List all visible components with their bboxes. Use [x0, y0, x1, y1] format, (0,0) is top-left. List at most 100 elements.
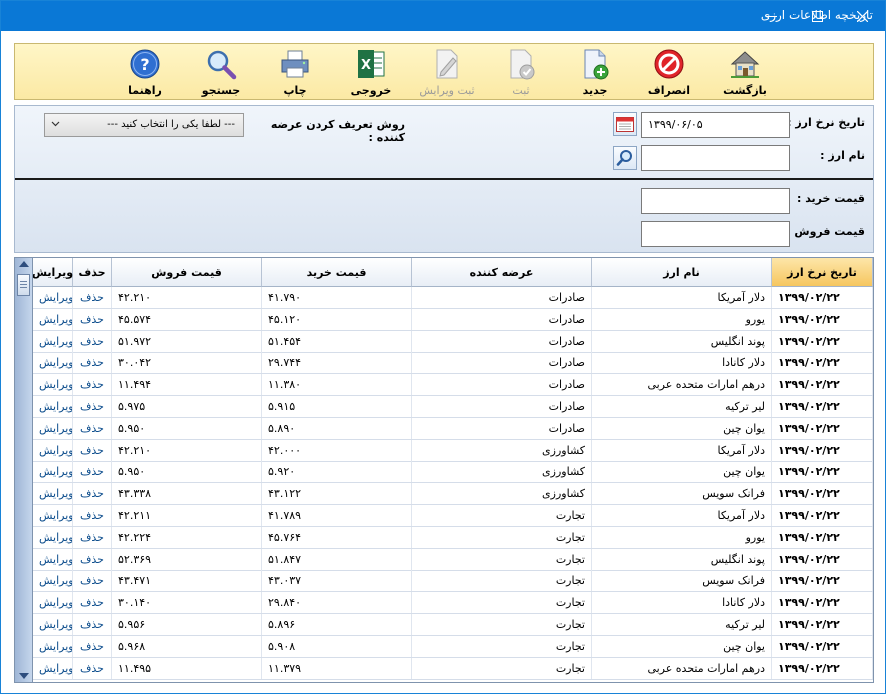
toolbar: بازگشت انصراف جدید ثبت ثبت ویرایش X خروج… [14, 43, 874, 100]
scroll-down-icon[interactable] [19, 673, 29, 679]
table-row[interactable]: ۱۳۹۹/۰۲/۲۲ یوان چین تجارت ۵.۹۰۸ ۵.۹۶۸ حذف ویرا… [15, 635, 873, 658]
maximize-button[interactable] [794, 1, 840, 31]
table-row[interactable]: ۱۳۹۹/۰۲/۲۲ درهم امارات متحده عربی تجارت ۱۱.… [15, 657, 873, 680]
delete-link[interactable]: حذف [73, 461, 112, 483]
cell-currency: دلار آمریکا [592, 287, 772, 308]
back-button[interactable]: بازگشت [713, 46, 777, 98]
supplier-method-select[interactable]: --- لطفا یکی را انتخاب کنید --- [44, 113, 244, 137]
cell-date: ۱۳۹۹/۰۲/۲۲ [772, 374, 873, 396]
table-row[interactable]: ۱۳۹۹/۰۲/۲۲ پوند انگلیس صادرات ۵۱.۴۵۴ ۵۱.۹۷۲ ح… [15, 330, 873, 353]
help-button[interactable]: ? راهنما [113, 46, 177, 98]
cell-currency: یوان چین [592, 417, 772, 439]
close-button[interactable] [839, 1, 885, 31]
column-header-sell[interactable]: قیمت فروش [112, 258, 262, 287]
scroll-thumb[interactable] [17, 274, 30, 296]
edit-link[interactable]: ویرایش [33, 352, 73, 374]
table-row[interactable]: ۱۳۹۹/۰۲/۲۲ یورو تجارت ۴۵.۷۶۴ ۴۲.۲۲۴ حذف ویرایش [15, 526, 873, 549]
delete-link[interactable]: حذف [73, 570, 112, 592]
edit-link[interactable]: ویرایش [33, 308, 73, 330]
vertical-scrollbar[interactable] [15, 258, 33, 682]
edit-link[interactable]: ویرایش [33, 635, 73, 657]
edit-link[interactable]: ویرایش [33, 461, 73, 483]
save-button[interactable]: ثبت [489, 46, 553, 98]
table-row[interactable]: ۱۳۹۹/۰۲/۲۲ یورو صادرات ۴۵.۱۲۰ ۴۵.۵۷۴ حذف ویرای… [15, 308, 873, 331]
table-row[interactable]: ۱۳۹۹/۰۲/۲۲ دلار آمریکا تجارت ۴۱.۷۸۹ ۴۲.۲۱۱ حذ… [15, 505, 873, 527]
column-header-name[interactable]: نام ارز [592, 258, 772, 287]
edit-link[interactable]: ویرایش [33, 614, 73, 635]
delete-link[interactable]: حذف [73, 635, 112, 657]
column-header-delete[interactable]: حذف [73, 258, 112, 287]
title-bar[interactable]: تاریخچه اطلاعات ارزی [1, 1, 885, 31]
delete-link[interactable]: حذف [73, 287, 112, 308]
cell-date: ۱۳۹۹/۰۲/۲۲ [772, 483, 873, 505]
edit-link[interactable]: ویرایش [33, 396, 73, 417]
delete-link[interactable]: حذف [73, 548, 112, 570]
delete-link[interactable]: حذف [73, 417, 112, 439]
table-row[interactable]: ۱۳۹۹/۰۲/۲۲ فرانک سویس تجارت ۴۳.۰۳۷ ۴۳.۴۷۱ حذف… [15, 570, 873, 593]
delete-link[interactable]: حذف [73, 330, 112, 352]
new-label: جدید [582, 84, 608, 97]
cancel-button[interactable]: انصراف [637, 46, 701, 98]
cell-sell: ۳۰.۱۴۰ [112, 592, 262, 614]
edit-link[interactable]: ویرایش [33, 548, 73, 570]
delete-link[interactable]: حذف [73, 657, 112, 679]
delete-link[interactable]: حذف [73, 505, 112, 526]
table-row[interactable]: ۱۳۹۹/۰۲/۲۲ لیر ترکیه صادرات ۵.۹۱۵ ۵.۹۷۵ حذف وی… [15, 396, 873, 418]
buy-price-input[interactable] [641, 188, 790, 214]
table-row[interactable]: ۱۳۹۹/۰۲/۲۲ درهم امارات متحده عربی صادرات ۱۱… [15, 374, 873, 397]
column-header-buy[interactable]: قیمت خرید [262, 258, 412, 287]
edit-link[interactable]: ویرایش [33, 330, 73, 352]
column-header-date[interactable]: تاریخ نرخ ارز [772, 258, 873, 287]
export-button[interactable]: X خروجی [339, 46, 403, 98]
table-row[interactable]: ۱۳۹۹/۰۲/۲۲ پوند انگلیس تجارت ۵۱.۸۴۷ ۵۲.۳۶۹ حذ… [15, 548, 873, 571]
cell-date: ۱۳۹۹/۰۲/۲۲ [772, 570, 873, 592]
delete-link[interactable]: حذف [73, 308, 112, 330]
delete-link[interactable]: حذف [73, 374, 112, 396]
edit-link[interactable]: ویرایش [33, 374, 73, 396]
table-row[interactable]: ۱۳۹۹/۰۲/۲۲ لیر ترکیه تجارت ۵.۸۹۶ ۵.۹۵۶ حذف ویر… [15, 614, 873, 636]
delete-link[interactable]: حذف [73, 352, 112, 374]
table-row[interactable]: ۱۳۹۹/۰۲/۲۲ یوان چین کشاورزی ۵.۹۲۰ ۵.۹۵۰ حذف وی… [15, 461, 873, 484]
edit-link[interactable]: ویرایش [33, 526, 73, 548]
delete-link[interactable]: حذف [73, 396, 112, 417]
edit-link[interactable]: ویرایش [33, 287, 73, 308]
cell-date: ۱۳۹۹/۰۲/۲۲ [772, 461, 873, 483]
table-row[interactable]: ۱۳۹۹/۰۲/۲۲ دلار آمریکا کشاورزی ۴۲.۰۰۰ ۴۲.۲۱۰… [15, 439, 873, 462]
new-button[interactable]: جدید [563, 46, 627, 98]
calendar-button[interactable] [613, 112, 637, 136]
delete-link[interactable]: حذف [73, 439, 112, 461]
cell-buy: ۲۹.۷۴۴ [262, 352, 412, 374]
edit-link[interactable]: ویرایش [33, 417, 73, 439]
cell-buy: ۵.۹۱۵ [262, 396, 412, 417]
currency-input[interactable] [641, 145, 790, 171]
delete-link[interactable]: حذف [73, 483, 112, 505]
cell-supplier: کشاورزی [412, 483, 592, 505]
table-row[interactable]: ۱۳۹۹/۰۲/۲۲ دلار کانادا صادرات ۲۹.۷۴۴ ۳۰.۰۴۲ ح… [15, 352, 873, 375]
edit-link[interactable]: ویرایش [33, 657, 73, 679]
delete-link[interactable]: حذف [73, 614, 112, 635]
search-button[interactable]: جستجو [189, 46, 253, 98]
column-header-edit[interactable]: ویرایش [32, 258, 73, 287]
edit-link[interactable]: ویرایش [33, 505, 73, 526]
save-edit-button[interactable]: ثبت ویرایش [415, 46, 479, 98]
cell-currency: فرانک سویس [592, 483, 772, 505]
sell-price-input[interactable] [641, 221, 790, 247]
date-input[interactable]: ۱۳۹۹/۰۶/۰۵ [641, 112, 790, 138]
edit-link[interactable]: ویرایش [33, 570, 73, 592]
print-button[interactable]: چاپ [263, 46, 327, 98]
table-row[interactable]: ۱۳۹۹/۰۲/۲۲ دلار کانادا تجارت ۲۹.۸۴۰ ۳۰.۱۴۰ حذ… [15, 592, 873, 615]
delete-link[interactable]: حذف [73, 526, 112, 548]
currency-search-button[interactable] [613, 146, 637, 170]
scroll-up-icon[interactable] [19, 261, 29, 267]
table-row[interactable]: ۱۳۹۹/۰۲/۲۲ دلار آمریکا صادرات ۴۱.۷۹۰ ۴۲.۲۱۰ ح… [15, 287, 873, 309]
cell-currency: درهم امارات متحده عربی [592, 657, 772, 679]
edit-link[interactable]: ویرایش [33, 592, 73, 614]
cell-sell: ۴۲.۲۲۴ [112, 526, 262, 548]
table-row[interactable]: ۱۳۹۹/۰۲/۲۲ یوان چین صادرات ۵.۸۹۰ ۵.۹۵۰ حذف ویر… [15, 417, 873, 440]
table-row[interactable]: ۱۳۹۹/۰۲/۲۲ فرانک سویس کشاورزی ۴۳.۱۲۲ ۴۳.۳۳۸ ح… [15, 483, 873, 506]
minimize-button[interactable] [748, 1, 794, 31]
delete-link[interactable]: حذف [73, 592, 112, 614]
edit-link[interactable]: ویرایش [33, 483, 73, 505]
column-header-supplier[interactable]: عرضه کننده [412, 258, 592, 287]
edit-link[interactable]: ویرایش [33, 439, 73, 461]
